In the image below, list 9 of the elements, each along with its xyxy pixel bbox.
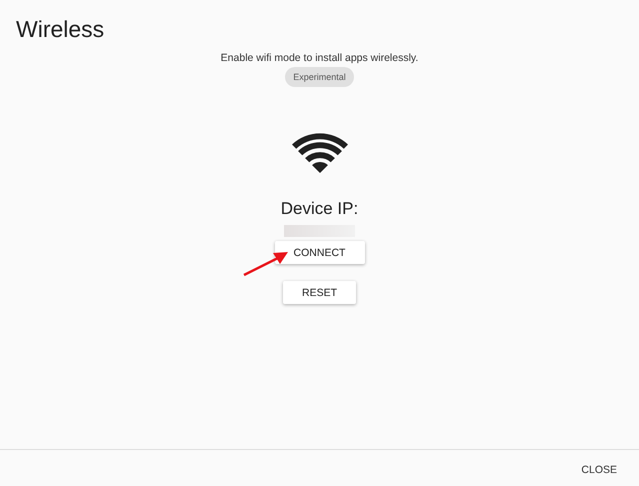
experimental-chip: Experimental (285, 67, 354, 87)
description-text: Enable wifi mode to install apps wirelessly. (220, 51, 418, 65)
action-button[interactable]: CONNECT (274, 241, 364, 264)
wifi-icon (292, 131, 348, 173)
action-button[interactable]: RESET (283, 281, 356, 304)
device-ip-label: Device IP: (280, 199, 358, 219)
dialog-title: Wireless (15, 15, 106, 43)
redacted-ip-bar (284, 225, 355, 237)
close-button[interactable]: CLOSE (577, 462, 621, 478)
